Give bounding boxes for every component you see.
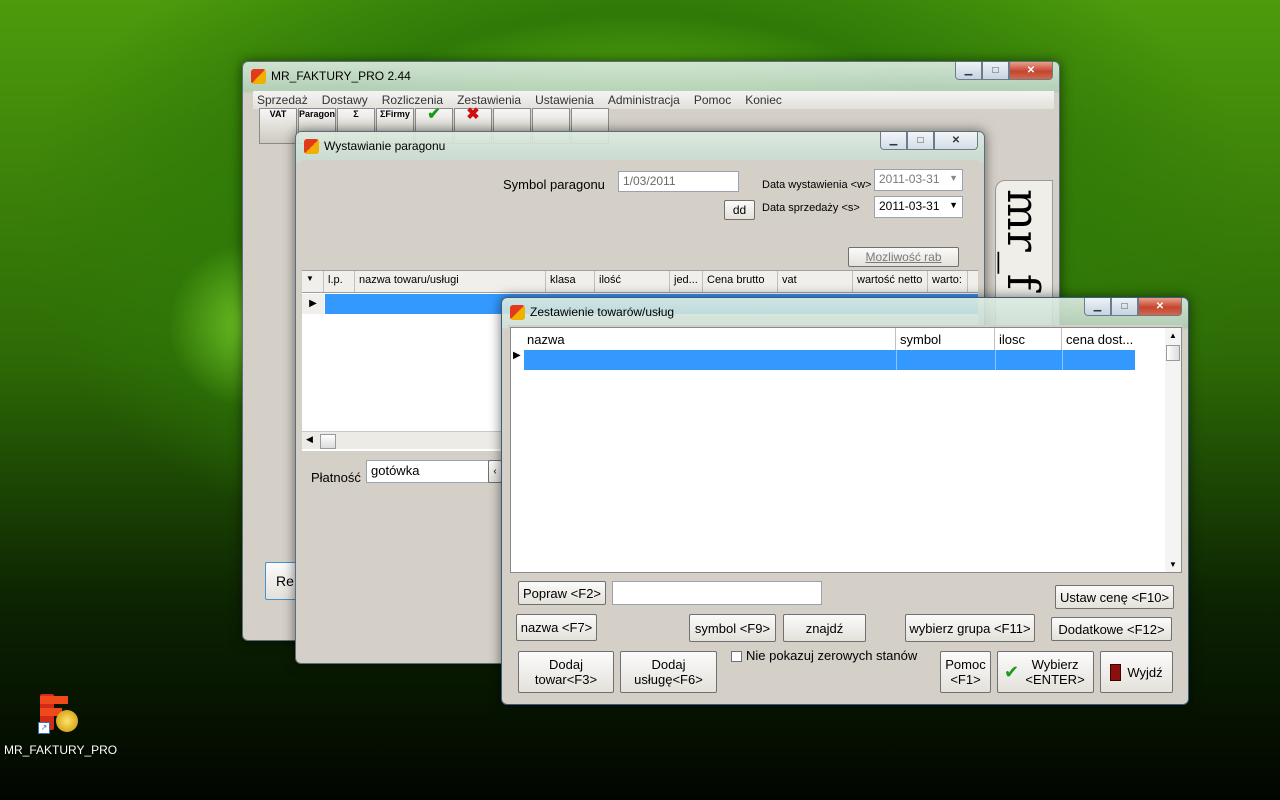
chevron-down-icon[interactable]: ▼ — [949, 173, 958, 183]
app-logo-icon — [510, 305, 525, 320]
discount-button[interactable]: Mozliwość rab — [848, 247, 959, 267]
goods-titlebar[interactable]: Zestawienie towarów/usług ▁ □ ✕ — [502, 298, 1188, 326]
main-titlebar[interactable]: MR_FAKTURY_PRO 2.44 ▁ □ ✕ — [243, 62, 1059, 90]
minimize-button[interactable]: ▁ — [955, 62, 982, 80]
maximize-button[interactable]: □ — [907, 132, 934, 150]
checkmark-icon: ✔ — [1003, 661, 1020, 682]
menu-pomoc[interactable]: Pomoc — [694, 93, 731, 107]
symbol-label: Symbol paragonu — [503, 177, 605, 192]
exit-door-icon — [1110, 663, 1122, 681]
chevron-down-icon[interactable]: ▼ — [949, 200, 958, 210]
menu-sprzedaz[interactable]: Sprzedaż — [257, 93, 308, 107]
add-service-button[interactable]: Dodaj usługę<F6> — [620, 651, 717, 693]
desktop-shortcut[interactable]: ↗ MR_FAKTURY_PRO — [4, 692, 118, 762]
menu-administracja[interactable]: Administracja — [608, 93, 680, 107]
vertical-scrollbar[interactable]: ▲ ▼ — [1165, 328, 1181, 572]
col-goods-symbol[interactable]: symbol — [896, 328, 995, 350]
add-goods-button[interactable]: Dodaj towar<F3> — [518, 651, 614, 693]
payment-dropdown-button[interactable]: ‹ — [488, 460, 502, 483]
col-goods-price[interactable]: cena dost... — [1062, 328, 1135, 350]
goods-grid: nazwa symbol ilosc cena dost... ▶ ▲ ▼ — [510, 327, 1182, 573]
col-name[interactable]: nazwa towaru/usługi — [355, 271, 546, 292]
goods-client-area: nazwa symbol ilosc cena dost... ▶ ▲ ▼ Po… — [508, 325, 1182, 699]
goods-window-title: Zestawienie towarów/usług — [530, 305, 675, 319]
app-logo-icon — [251, 69, 266, 84]
maximize-button[interactable]: □ — [1111, 298, 1138, 316]
select-button[interactable]: ✔ Wybierz <ENTER> — [997, 651, 1094, 693]
col-net-value[interactable]: wartość netto — [853, 271, 928, 292]
dd-button[interactable]: dd — [724, 200, 755, 220]
sale-date-field[interactable]: 2011-03-31 ▼ — [874, 196, 963, 218]
main-window-title: MR_FAKTURY_PRO 2.44 — [271, 69, 411, 83]
close-button[interactable]: ✕ — [934, 132, 978, 150]
menu-koniec[interactable]: Koniec — [745, 93, 782, 107]
payment-label: Płatność — [311, 470, 361, 485]
desktop-icon-label: MR_FAKTURY_PRO — [4, 743, 118, 757]
payment-field[interactable]: gotówka — [366, 460, 490, 483]
symbol-input[interactable]: 1/03/2011 — [618, 171, 739, 192]
exit-button[interactable]: Wyjdź — [1100, 651, 1173, 693]
col-unit[interactable]: jed... — [670, 271, 703, 292]
find-button[interactable]: znajdź — [783, 614, 866, 642]
scroll-thumb[interactable] — [320, 434, 336, 449]
receipt-window-title: Wystawianie paragonu — [324, 139, 446, 153]
additional-button[interactable]: Dodatkowe <F12> — [1051, 617, 1172, 641]
col-qty[interactable]: ilość — [595, 271, 670, 292]
col-class[interactable]: klasa — [546, 271, 595, 292]
app-logo-icon — [304, 139, 319, 154]
row-selector-icon: ▼ — [302, 271, 324, 292]
symbol-sort-button[interactable]: symbol <F9> — [689, 614, 776, 642]
row-pointer-icon: ▶ — [513, 350, 521, 361]
receipt-titlebar[interactable]: Wystawianie paragonu ▁ □ ✕ — [296, 132, 984, 160]
help-button[interactable]: Pomoc <F1> — [940, 651, 991, 693]
col-value[interactable]: warto: — [928, 271, 968, 292]
menu-ustawienia[interactable]: Ustawienia — [535, 93, 594, 107]
hide-zero-checkbox[interactable] — [731, 651, 742, 662]
scroll-thumb[interactable] — [1166, 345, 1180, 361]
row-selector — [511, 328, 523, 350]
scroll-down-icon[interactable]: ▼ — [1169, 560, 1177, 569]
horizontal-scrollbar[interactable]: ◀ — [302, 431, 502, 449]
name-sort-button[interactable]: nazwa <F7> — [516, 614, 597, 641]
edit-button[interactable]: Popraw <F2> — [518, 581, 606, 605]
table-row[interactable] — [524, 350, 1135, 370]
menu-dostawy[interactable]: Dostawy — [322, 93, 368, 107]
col-goods-name[interactable]: nazwa — [523, 328, 896, 350]
scroll-left-icon[interactable]: ◀ — [306, 434, 313, 445]
search-input[interactable] — [612, 581, 822, 605]
minimize-button[interactable]: ▁ — [1084, 298, 1111, 316]
col-goods-qty[interactable]: ilosc — [995, 328, 1062, 350]
col-vat[interactable]: vat — [778, 271, 853, 292]
receipt-grid-header: ▼ l.p. nazwa towaru/usługi klasa ilość j… — [302, 271, 978, 293]
set-price-button[interactable]: Ustaw cenę <F10> — [1055, 585, 1174, 609]
goods-window: Zestawienie towarów/usług ▁ □ ✕ nazwa sy… — [501, 297, 1189, 705]
minimize-button[interactable]: ▁ — [880, 132, 907, 150]
maximize-button[interactable]: □ — [982, 62, 1009, 80]
choose-group-button[interactable]: wybierz grupa <F11> — [905, 614, 1035, 642]
sale-date-label: Data sprzedaży <s> — [762, 202, 860, 214]
menu-rozliczenia[interactable]: Rozliczenia — [382, 93, 443, 107]
app-logo-icon: ↗ — [38, 694, 80, 736]
col-gross-price[interactable]: Cena brutto — [703, 271, 778, 292]
issue-date-field[interactable]: 2011-03-31 ▼ — [874, 169, 963, 191]
hide-zero-label: Nie pokazuj zerowych stanów — [746, 648, 918, 663]
col-lp[interactable]: l.p. — [324, 271, 355, 292]
main-menu-bar: Sprzedaż Dostawy Rozliczenia Zestawienia… — [253, 91, 1054, 109]
issue-date-label: Data wystawienia <w> — [762, 179, 872, 191]
toolbar-vat-button[interactable]: VAT — [259, 108, 297, 144]
close-button[interactable]: ✕ — [1138, 298, 1182, 316]
row-pointer-icon: ▶ — [302, 294, 324, 314]
scroll-up-icon[interactable]: ▲ — [1169, 331, 1177, 340]
close-button[interactable]: ✕ — [1009, 62, 1053, 80]
menu-zestawienia[interactable]: Zestawienia — [457, 93, 521, 107]
goods-grid-header: nazwa symbol ilosc cena dost... — [511, 328, 1135, 350]
